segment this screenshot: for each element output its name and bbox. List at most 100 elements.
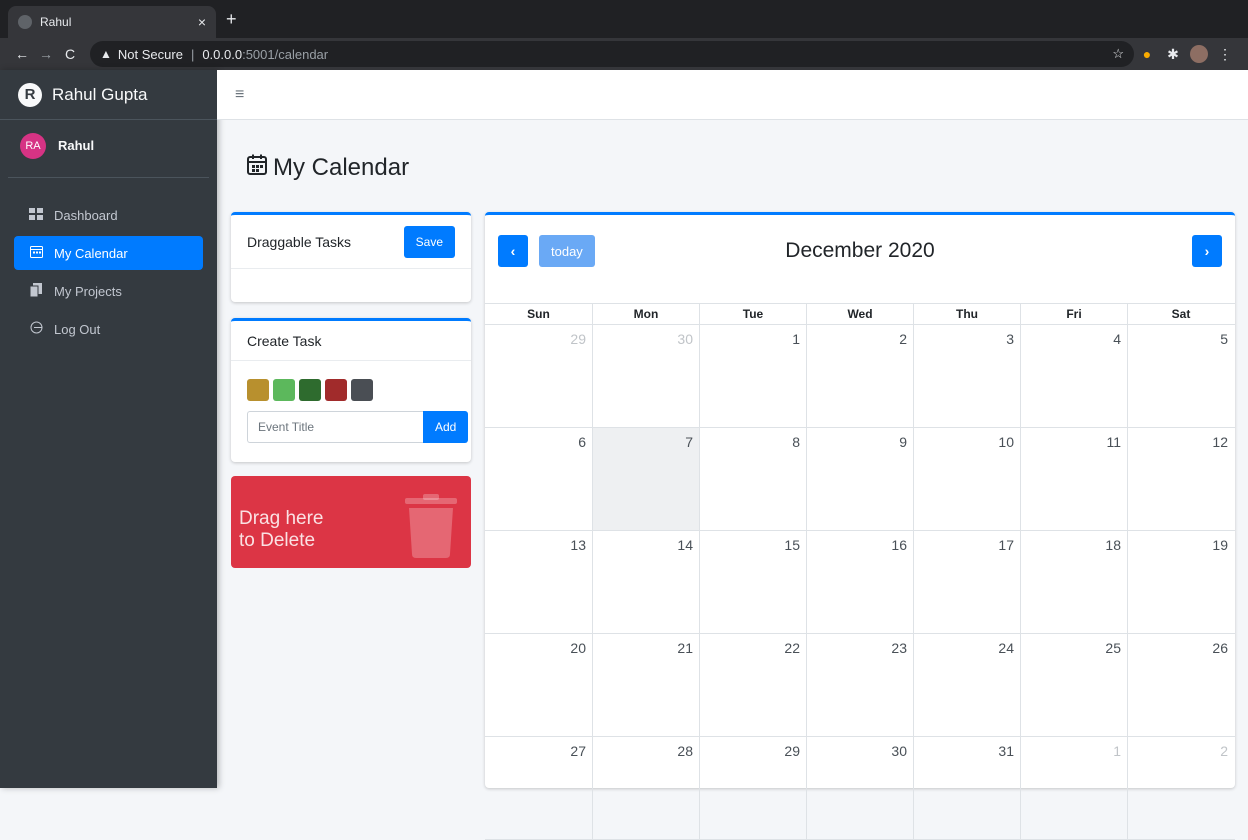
calendar-day-cell[interactable]: 2 [1127,737,1234,839]
add-button[interactable]: Add [423,411,469,443]
event-input-group: Add [247,411,469,443]
calendar-day-cell[interactable]: 15 [699,531,806,633]
color-swatch[interactable] [273,379,295,401]
sidebar: R Rahul Gupta RA Rahul Dashboard My Cale… [0,70,217,788]
user-name: Rahul [58,138,95,153]
event-title-input[interactable] [247,411,423,443]
calendar-day-cell[interactable]: 20 [485,634,592,736]
brand-link[interactable]: R Rahul Gupta [0,70,217,120]
sidebar-item-label: Log Out [54,321,101,337]
calendar-day-cell[interactable]: 12 [1127,428,1234,530]
profile-avatar-icon[interactable] [1190,45,1208,63]
extensions-puzzle-icon[interactable]: ✱ [1160,46,1186,63]
user-panel[interactable]: RA Rahul [8,120,209,178]
sidebar-item-label: My Projects [54,283,122,299]
color-swatch[interactable] [299,379,321,401]
calendar-day-cell[interactable]: 6 [485,428,592,530]
globe-icon [18,15,32,29]
calendar-day-cell[interactable]: 2 [806,325,913,427]
calendar-day-cell[interactable]: 10 [913,428,1020,530]
chevron-right-icon: › [1204,243,1210,259]
color-swatch[interactable] [325,379,347,401]
trash-icon [405,494,457,558]
calendar-day-cell[interactable]: 31 [913,737,1020,839]
calendar-day-cell[interactable]: 30 [592,325,699,427]
calendar-day-cell[interactable]: 24 [913,634,1020,736]
calendar-week-row: 6 7 8 9 10 11 12 [485,428,1235,531]
forward-icon[interactable]: → [34,46,58,62]
calendar-day-cell[interactable]: 4 [1020,325,1127,427]
calendar-day-cell[interactable]: 11 [1020,428,1127,530]
card-title: Create Task [247,332,322,349]
calendar-week-row: 29 30 1 2 3 4 5 [485,325,1235,428]
calendar-week-row: 20 21 22 23 24 25 26 [485,634,1235,737]
sidebar-item-my-calendar[interactable]: My Calendar [14,236,203,270]
calendar-day-cell[interactable]: 5 [1127,325,1234,427]
reload-icon[interactable]: C [58,46,82,62]
calendar-day-cell[interactable]: 28 [592,737,699,839]
calendar-day-cell[interactable]: 8 [699,428,806,530]
calendar-day-cell[interactable]: 21 [592,634,699,736]
calendar-weekday-header: Sun Mon Tue Wed Thu Fri Sat [485,303,1235,325]
calendar-day-cell[interactable]: 19 [1127,531,1234,633]
calendar-day-cell[interactable]: 16 [806,531,913,633]
calendar-day-cell[interactable]: 13 [485,531,592,633]
browser-tab[interactable]: Rahul × [8,6,216,38]
calendar-card: ‹ today December 2020 › Sun Mon Tue Wed … [485,212,1235,840]
save-button[interactable]: Save [403,225,455,258]
delete-drop-zone[interactable]: Drag here to Delete [231,476,471,568]
calendar-day-cell[interactable]: 30 [806,737,913,839]
weekday-label: Sun [527,307,550,321]
color-swatches [231,361,471,401]
calendar-grid: Sun Mon Tue Wed Thu Fri Sat 29 30 1 2 3 … [485,303,1235,840]
calendar-day-cell-today[interactable]: 7 [592,428,699,530]
calendar-week-row: 27 28 29 30 31 1 2 [485,737,1235,840]
new-tab-button[interactable]: + [226,9,237,30]
calendar-day-cell[interactable]: 22 [699,634,806,736]
next-month-button[interactable]: › [1192,235,1222,267]
weekday-label: Thu [913,304,1020,324]
card-title: Draggable Tasks [247,233,352,250]
hamburger-menu-icon[interactable]: ≡ [235,86,244,104]
calendar-day-cell[interactable]: 14 [592,531,699,633]
url-path: :5001/calendar [242,46,329,62]
calendar-day-cell[interactable]: 29 [485,325,592,427]
calendar-day-cell[interactable]: 27 [485,737,592,839]
sidebar-item-log-out[interactable]: Log Out [14,312,203,346]
draggable-tasks-header: Draggable Tasks Save [231,215,471,269]
sidebar-item-dashboard[interactable]: Dashboard [14,198,203,232]
calendar-day-cell[interactable]: 29 [699,737,806,839]
calendar-day-cell[interactable]: 23 [806,634,913,736]
calendar-day-cell[interactable]: 17 [913,531,1020,633]
tab-close-icon[interactable]: × [198,14,206,30]
calendar-day-cell[interactable]: 9 [806,428,913,530]
bookmark-star-icon[interactable]: ☆ [1112,46,1124,62]
calendar-day-cell[interactable]: 3 [913,325,1020,427]
dashboard-icon [28,207,44,223]
page-title-text: My Calendar [273,154,410,181]
sidebar-item-label: Dashboard [54,207,118,223]
color-swatch[interactable] [247,379,269,401]
address-bar[interactable]: ▲ Not Secure | 0.0.0.0 :5001/calendar ☆ [90,41,1134,67]
draggable-tasks-card: Draggable Tasks Save [231,212,471,302]
tab-title: Rahul [40,15,72,29]
color-swatch[interactable] [351,379,373,401]
sidebar-item-my-projects[interactable]: My Projects [14,274,203,308]
calendar-day-cell[interactable]: 1 [1020,737,1127,839]
browser-toolbar: ← → C ▲ Not Secure | 0.0.0.0 :5001/calen… [0,38,1248,70]
calendar-day-cell[interactable]: 1 [699,325,806,427]
back-icon[interactable]: ← [10,46,34,62]
calendar-toolbar: ‹ today December 2020 › [485,215,1235,303]
create-task-card: Create Task Add [231,318,471,462]
calendar-day-cell[interactable]: 26 [1127,634,1234,736]
browser-menu-icon[interactable]: ⋮ [1212,46,1238,63]
url-separator: | [190,46,195,62]
sidebar-item-label: My Calendar [54,245,128,261]
calendar-week-row: 13 14 15 16 17 18 19 [485,531,1235,634]
calendar-icon [247,154,267,182]
weekday-label: Mon [592,304,699,324]
lightbulb-extension-icon[interactable]: ● [1134,46,1160,62]
calendar-day-cell[interactable]: 18 [1020,531,1127,633]
calendar-day-cell[interactable]: 25 [1020,634,1127,736]
brand-logo-icon: R [18,82,42,107]
